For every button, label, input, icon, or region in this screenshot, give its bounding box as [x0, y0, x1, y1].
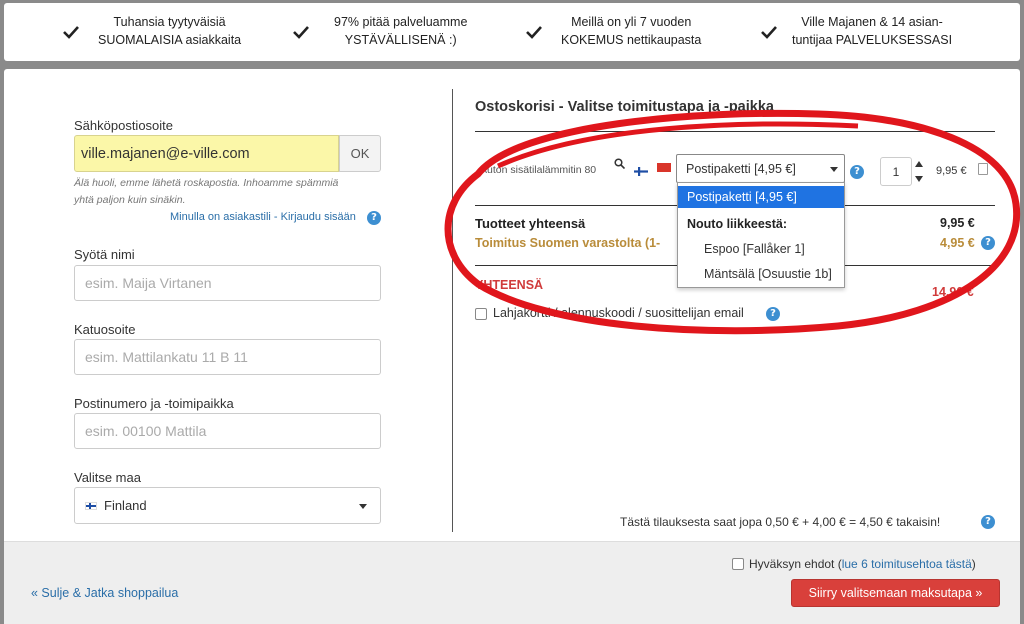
trash-icon[interactable] — [978, 163, 988, 175]
grand-total-label: YHTEENSÄ — [475, 278, 544, 292]
spam-hint: Älä huoli, emme lähetä roskapostia. Inho… — [74, 177, 339, 206]
gift-checkbox[interactable] — [475, 308, 487, 320]
dropdown-group-label: Nouto liikkeestä: — [687, 217, 788, 231]
benefits-bar: Tuhansia tyytyväisiä SUOMALAISIA asiakkai… — [4, 3, 1020, 61]
terms-checkbox[interactable] — [732, 558, 744, 570]
help-icon[interactable]: ? — [850, 165, 864, 179]
increase-icon[interactable] — [915, 161, 923, 167]
checkmark-icon — [63, 26, 79, 39]
help-icon[interactable]: ? — [981, 515, 995, 529]
dropdown-option[interactable]: Mäntsälä [Osuustie 1b] — [678, 263, 844, 285]
country-select[interactable]: Finland — [74, 487, 381, 524]
shipping-select[interactable]: Postipaketti [4,95 €] — [676, 154, 845, 183]
product-name[interactable]: Auton sisätilalämmitin 80 — [480, 164, 596, 176]
shipping-select-value: Postipaketti [4,95 €] — [686, 161, 796, 176]
benefit-text: Tuhansia tyytyväisiä SUOMALAISIA asiakkai… — [98, 15, 242, 47]
street-field[interactable]: esim. Mattilankatu 11 B 11 — [74, 339, 381, 375]
country-value: Finland — [104, 498, 147, 513]
dropdown-option[interactable]: Espoo [Fallåker 1] — [678, 238, 844, 260]
products-total-label: Tuotteet yhteensä — [475, 216, 586, 231]
finland-flag-icon — [634, 163, 648, 176]
checkmark-icon — [526, 26, 542, 39]
cart-title: Ostoskorisi - Valitse toimitustapa ja -p… — [475, 99, 774, 115]
chevron-down-icon — [830, 167, 838, 172]
china-flag-icon — [657, 163, 671, 172]
cart-divider — [475, 131, 995, 132]
country-label: Valitse maa — [74, 470, 141, 485]
benefit-text: 97% pitää palveluamme YSTÄVÄLLISENÄ :) — [334, 15, 468, 47]
checkmark-icon — [293, 26, 309, 39]
continue-shopping-link[interactable]: « Sulje & Jatka shoppailua — [31, 586, 178, 600]
proceed-to-payment-button[interactable]: Siirry valitsemaan maksutapa » — [791, 579, 1000, 607]
help-icon[interactable]: ? — [766, 307, 780, 321]
postal-label: Postinumero ja -toimipaikka — [74, 396, 234, 411]
gift-label: Lahjakortti / alennuskoodi / suosittelij… — [493, 306, 744, 320]
checkmark-icon — [761, 26, 777, 39]
shipping-label: Toimitus Suomen varastolta (1- — [475, 236, 661, 250]
email-field[interactable]: ville.majanen@e-ville.com — [74, 135, 339, 172]
shipping-dropdown: Postipaketti [4,95 €] Nouto liikkeestä: … — [677, 182, 845, 288]
terms-label: Hyväksyn ehdot (lue 6 toimitusehtoa täst… — [749, 557, 976, 571]
cashback-text: Tästä tilauksesta saat jopa 0,50 € + 4,0… — [620, 515, 941, 529]
item-price: 9,95 € — [936, 165, 967, 177]
help-icon[interactable]: ? — [981, 236, 995, 250]
benefit-text: Meillä on yli 7 vuoden KOKEMUS nettikaupa… — [561, 15, 702, 47]
chevron-down-icon — [359, 504, 367, 509]
login-link[interactable]: Minulla on asiakastili - Kirjaudu sisään — [170, 211, 356, 223]
products-total-value: 9,95 € — [940, 216, 975, 230]
column-divider — [452, 89, 453, 532]
ok-button[interactable]: OK — [339, 135, 381, 172]
grand-total-value: 14,90 € — [932, 285, 974, 299]
help-icon[interactable]: ? — [367, 211, 381, 225]
terms-link[interactable]: lue 6 toimitusehtoa tästä — [842, 557, 972, 571]
street-label: Katuosoite — [74, 322, 136, 337]
name-label: Syötä nimi — [74, 247, 135, 262]
email-label: Sähköpostiosoite — [74, 118, 174, 133]
search-icon[interactable] — [614, 158, 626, 172]
decrease-icon[interactable] — [915, 176, 923, 182]
name-field[interactable]: esim. Maija Virtanen — [74, 265, 381, 301]
quantity-field[interactable]: 1 — [880, 157, 912, 186]
shipping-value: 4,95 € — [940, 236, 975, 250]
postal-field[interactable]: esim. 00100 Mattila — [74, 413, 381, 449]
finland-flag-icon — [85, 501, 97, 510]
benefit-text: Ville Majanen & 14 asian-tuntijaa PALVEL… — [792, 15, 953, 47]
dropdown-option-selected[interactable]: Postipaketti [4,95 €] — [678, 186, 844, 208]
